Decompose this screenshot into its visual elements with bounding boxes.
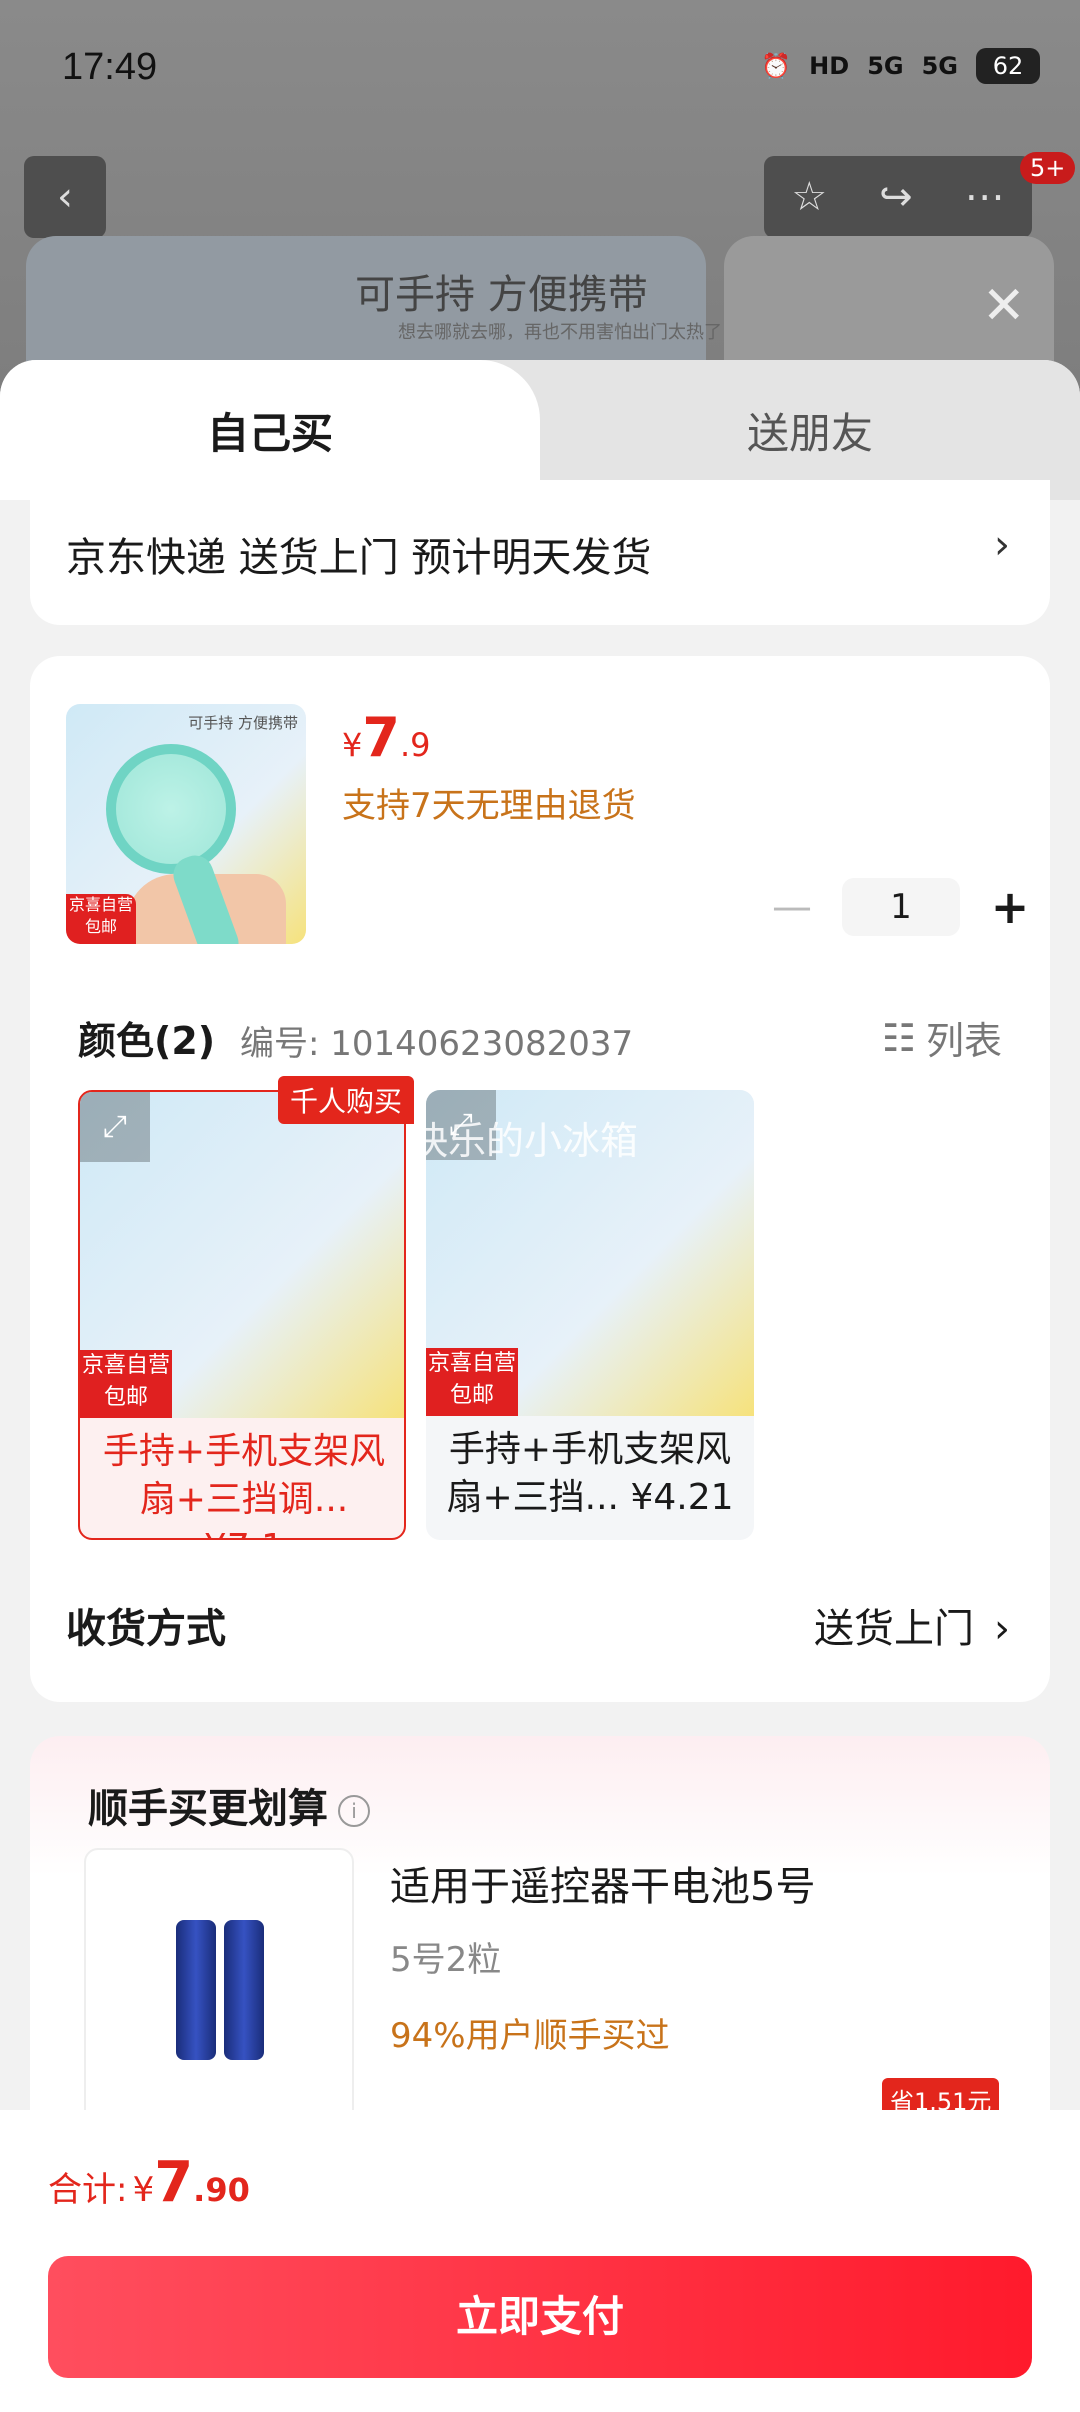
upsell-product-name: 适用于遥控器干电池5号 [390,1864,816,1910]
product-code: 编号: 10140623082037 [240,1024,634,1064]
list-icon: ☷ [881,1015,916,1060]
signal-icon: 5G [867,52,904,80]
price-integer: 7 [362,706,400,769]
upsell-product-image[interactable] [84,1848,354,2148]
quantity-stepper: — 1 + [764,878,1038,936]
shipping-label: 收货方式 [66,1606,226,1652]
upsell-buy-rate: 94%用户顺手买过 [390,2016,670,2056]
chevron-right-icon: › [994,1606,1010,1652]
list-view-button[interactable]: ☷ 列表 [882,1010,1002,1065]
alarm-icon: ⏰ [761,52,792,80]
quantity-input[interactable]: 1 [842,878,960,936]
chevron-left-icon: ‹ [57,174,73,220]
status-time: 17:49 [62,46,158,88]
shipping-value: 送货上门 [814,1606,974,1652]
status-icons: ⏰ HD 5G 5G 62 [761,48,1040,84]
purchase-sheet: 自己买 送朋友 京东快递 送货上门 预计明天发货 › 可手持 方便携带 京喜自营… [0,360,1080,2412]
price-symbol: ¥ [342,726,363,764]
total-symbol: ¥ [132,2170,155,2210]
upsell-product-spec: 5号2粒 [390,1940,502,1980]
hd-icon: HD [809,52,850,80]
pay-now-button[interactable]: 立即支付 [48,2256,1032,2378]
upsell-header: 顺手买更划算 i [88,1776,370,1834]
product-card: 可手持 方便携带 京喜自营 包邮 ¥7.9 支持7天无理由退货 — 1 + 颜色… [30,656,1050,1702]
total-decimal: .90 [193,2171,250,2209]
tab-bar: 自己买 送朋友 [0,360,1080,500]
status-bar: 17:49 ⏰ HD 5G 5G 62 [0,0,1080,140]
popular-badge: 千人购买 [278,1076,415,1124]
star-icon[interactable]: ☆ [791,174,827,220]
product-price: ¥7.9 [342,706,430,769]
battery-product-image [176,1920,216,2060]
variant-jd-tag: 京喜自营 包邮 [426,1348,518,1416]
thumb-text: 可手持 方便携带 [188,714,298,732]
delivery-text: 京东快递 送货上门 预计明天发货 [66,535,652,581]
chevron-right-icon: › [994,522,1010,568]
checkout-bar: 合计: ¥7.90 立即支付 [0,2110,1080,2412]
info-icon[interactable]: i [338,1795,370,1827]
banner-subtitle: 想去哪就去哪，再也不用害怕出门太热了 [398,322,722,343]
banner-title: 可手持 方便携带 [355,272,648,318]
upsell-title: 顺手买更划算 [88,1786,328,1832]
jd-tag: 京喜自营 包邮 [66,894,136,944]
close-icon[interactable]: ✕ [982,276,1026,336]
fan-image [106,744,236,874]
notification-count-badge: 5+ [1020,152,1076,184]
expand-icon[interactable]: ⤢ [80,1092,150,1162]
product-thumbnail[interactable]: 可手持 方便携带 京喜自营 包邮 [66,704,306,944]
battery-icon: 62 [976,48,1040,84]
total-label: 合计: [48,2170,128,2210]
increase-button[interactable]: + [982,880,1038,934]
battery-product-image [224,1920,264,2060]
tab-gift-friend[interactable]: 送朋友 [540,360,1080,500]
variant-option-1[interactable]: ⤢ 京喜自营 包邮 手持+手机支架风扇+三挡调... ¥7.1 [78,1090,406,1540]
tab-buy-self[interactable]: 自己买 [0,360,540,500]
back-button[interactable]: ‹ [24,156,106,238]
variant-jd-tag: 京喜自营 包邮 [80,1350,172,1418]
more-icon[interactable]: ⋯ [965,174,1005,220]
share-icon[interactable]: ↪ [879,174,913,220]
variant-label: 手持+手机支架风扇+三挡... ¥4.21 [446,1429,734,1518]
order-total: 合计: ¥7.90 [48,2150,250,2215]
variant-label: 手持+手机支架风扇+三挡调... ¥7.1 [102,1431,386,1538]
list-label: 列表 [925,1019,1002,1063]
decrease-button[interactable]: — [764,884,820,930]
delivery-info-row[interactable]: 京东快递 送货上门 预计明天发货 › [30,480,1050,625]
top-actions: ☆ ↪ ⋯ [764,156,1032,238]
return-policy: 支持7天无理由退货 [342,786,636,826]
signal-icon-2: 5G [921,52,958,80]
total-integer: 7 [154,2150,194,2215]
shipping-method-row[interactable]: 送货上门 › [814,1596,1010,1654]
color-label: 颜色(2) [78,1019,216,1063]
watermark: 快乐的小冰箱 [410,1119,639,1163]
price-decimal: .9 [399,726,431,764]
